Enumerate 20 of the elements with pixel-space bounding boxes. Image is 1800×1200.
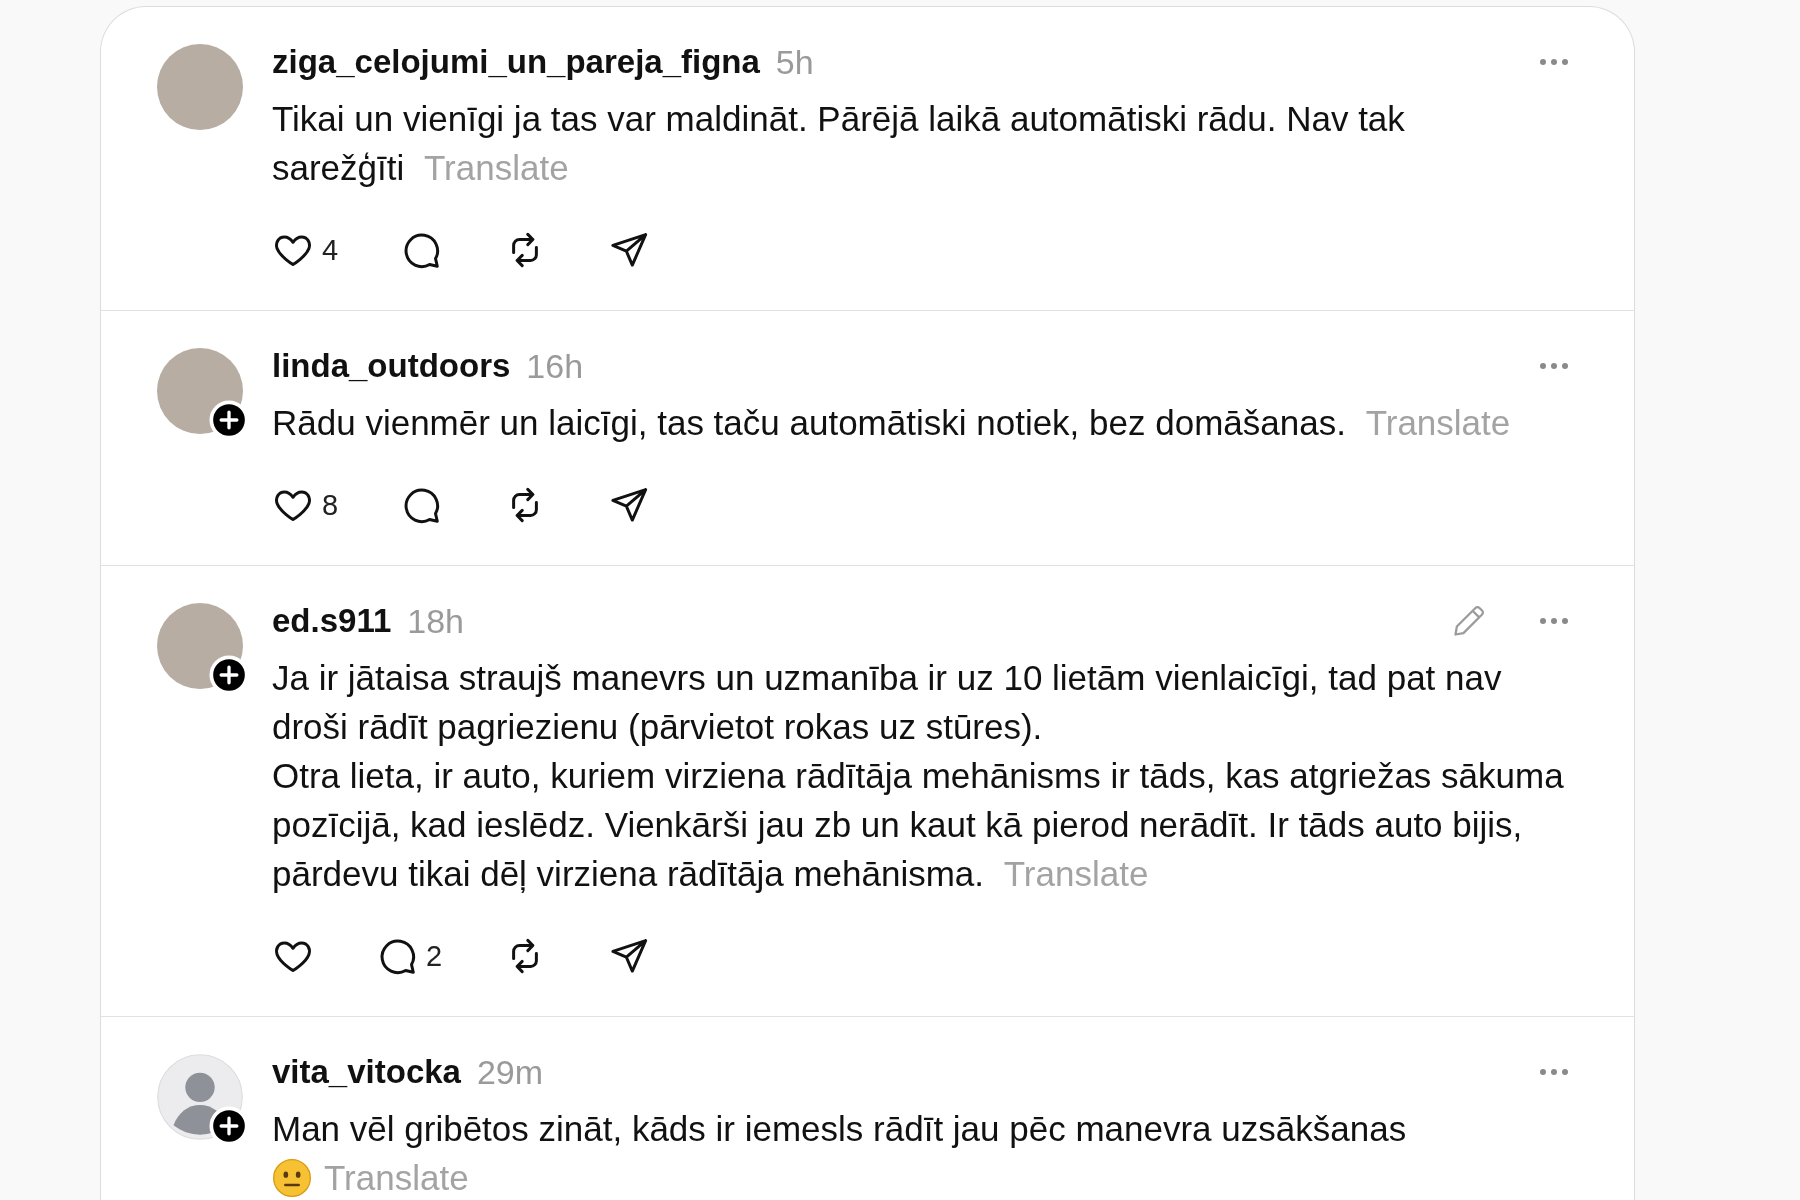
username[interactable]: linda_outdoors (272, 347, 511, 385)
post-text: Man vēl gribētos zināt, kāds ir iemesls rādīt jau pēc manevra uzsākšanas Translate (272, 1108, 1408, 1200)
post-time: 16h (526, 346, 584, 386)
username[interactable]: vita_vitocka (272, 1053, 461, 1091)
post-time: 29m (476, 1052, 544, 1092)
like-button[interactable]: 4 (272, 229, 339, 271)
username[interactable]: ed.s911 (272, 602, 392, 640)
post-text: Ja ir jātaisa straujš manevrs un uzmanība ir uz 10 lietām vienlaicīgi, tad pat nav droši rādīt pagriezienu (pārvietot rokas uz stūres). Otra lieta, ir auto, kuriem virziena rādītāja mehānisms ir tāds, kas atgriežas sākuma pozīcijā, kad ieslēdz. Vienkārši jau zb un kaut kā pierod nerādīt. Ir tāds auto bijis, pārdevu tikai dēļ virziena rādītāja mehānisma. Translate (272, 657, 1565, 895)
like-button[interactable]: 8 (272, 484, 339, 526)
post-text: Tikai un vienīgi ja tas var maldināt. Pārējā laikā automātiski rādu. Nav tak sarežģīti Translate (272, 98, 1406, 189)
ellipsis-icon[interactable] (1539, 58, 1569, 66)
username[interactable]: ziga_celojumi_un_pareja_figna (272, 43, 760, 81)
pencil-icon[interactable] (1451, 603, 1487, 639)
post-text: Rādu vienmēr un laicīgi, tas taču automātiski notiek, bez domāšanas. Translate (272, 402, 1512, 444)
ellipsis-icon[interactable] (1539, 617, 1569, 625)
ellipsis-icon[interactable] (1539, 362, 1569, 370)
post-time: 18h (407, 601, 464, 641)
comment-button[interactable]: 2 (376, 935, 443, 977)
post-time: 5h (775, 42, 814, 82)
ellipsis-icon[interactable] (1539, 1068, 1569, 1076)
